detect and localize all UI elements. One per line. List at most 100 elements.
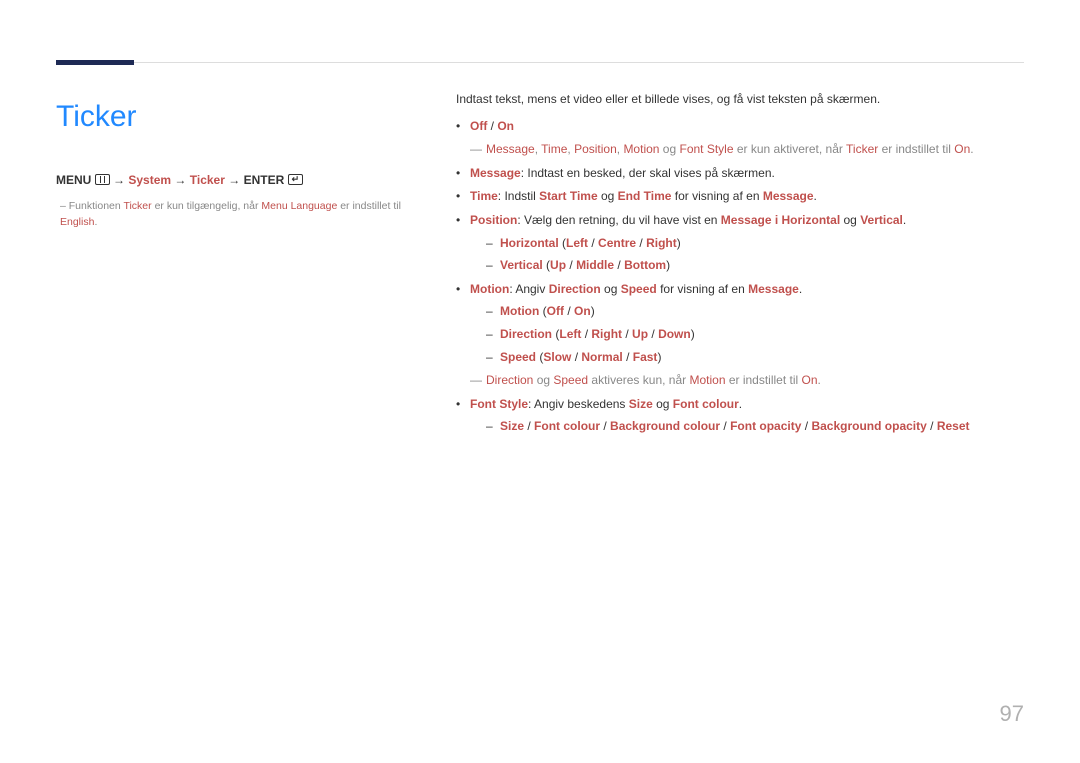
t: ( [543,258,550,272]
position-sublist: Horizontal (Left / Centre / Right) Verti… [486,234,1024,275]
bullet-motion: Motion: Angiv Direction og Speed for vis… [456,280,1024,390]
hl: End Time [618,189,672,203]
hl: Off [547,304,564,318]
note-ticker: Ticker [123,200,151,212]
t: ) [666,258,670,272]
t: . [970,142,973,156]
t: / [614,258,624,272]
t: er indstillet til [878,142,954,156]
hl: Direction [500,327,552,341]
label: Message [470,166,521,180]
hl: Size [500,419,524,433]
left-column: Ticker MENU → System → Ticker → ENTER Fu… [56,90,416,231]
note-english: English [60,216,94,228]
hl: On [802,373,818,387]
t: / [636,236,646,250]
right-column: Indtast tekst, mens et video eller et bi… [456,90,1024,436]
t: ) [677,236,681,250]
note-text: er indstillet til [337,200,401,212]
t: / [564,304,574,318]
hl: Reset [937,419,970,433]
note-motion: Direction og Speed aktiveres kun, når Mo… [470,371,1024,390]
hl: Direction [486,373,533,387]
hl: Speed [553,373,588,387]
hl: Left [559,327,581,341]
sub-direction: Direction (Left / Right / Up / Down) [486,325,1024,344]
hl: Horizontal [500,236,559,250]
t: ( [559,236,566,250]
hl: Message [748,282,799,296]
sep: / [487,119,497,133]
hl: On [954,142,970,156]
sub-horizontal: Horizontal (Left / Centre / Right) [486,234,1024,253]
t: / [927,419,937,433]
bullet-fontstyle: Font Style: Angiv beskedens Size og Font… [456,395,1024,436]
text: : Indtast en besked, der skal vises på s… [521,166,775,180]
page-content: Ticker MENU → System → Ticker → ENTER Fu… [56,90,1024,441]
t: er indstillet til [726,373,802,387]
hl: Fast [633,350,658,364]
hl: Ticker [846,142,878,156]
path-system: System [128,173,171,187]
hl: Right [591,327,622,341]
hl: Motion [500,304,539,318]
hl: On [574,304,591,318]
left-footnote: Funktionen Ticker er kun tilgængelig, nå… [60,199,416,231]
page-title: Ticker [56,94,416,141]
hl: Message [486,142,535,156]
hl: Up [550,258,566,272]
t: ( [539,304,546,318]
t: og [598,189,618,203]
note-activation: Message, Time, Position, Motion og Font … [470,140,1024,159]
t: for visning af en [671,189,762,203]
arrow: → [228,173,240,187]
t: / [648,327,658,341]
t: ) [691,327,695,341]
hl: Motion [689,373,725,387]
enter-icon [288,174,303,185]
hl: Bottom [624,258,666,272]
hl: Speed [621,282,657,296]
hl: Direction [549,282,601,296]
t: / [600,419,610,433]
note-text: Funktionen [69,200,124,212]
hl: Right [646,236,677,250]
sub-motion: Motion (Off / On) [486,302,1024,321]
t: / [622,327,632,341]
hl: Message i [721,213,782,227]
t: / [720,419,730,433]
hl: Centre [598,236,636,250]
t: : Angiv [509,282,548,296]
value-off: Off [470,119,487,133]
hl: Left [566,236,588,250]
hl: Font colour [673,397,739,411]
t: og [659,142,679,156]
bullet-list: Off / On Message, Time, Position, Motion… [456,117,1024,436]
arrow: → [113,173,125,187]
value-on: On [497,119,514,133]
t: / [581,327,591,341]
menu-label: MENU [56,173,95,187]
bullet-time: Time: Indstil Start Time og End Time for… [456,187,1024,206]
bullet-message: Message: Indtast en besked, der skal vis… [456,164,1024,183]
t: og [601,282,621,296]
label: Position [470,213,517,227]
hl: Slow [543,350,571,364]
note-menulang: Menu Language [261,200,337,212]
hl: Background colour [610,419,720,433]
hl: Background opacity [811,419,926,433]
label: Font Style [470,397,528,411]
t: / [566,258,576,272]
hl: Horizontal [782,213,841,227]
note-text: er kun tilgængelig, når [152,200,262,212]
hl: Time [541,142,567,156]
t: / [801,419,811,433]
hl: Normal [581,350,622,364]
t: / [623,350,633,364]
note-text: . [94,216,97,228]
t: . [818,373,821,387]
t: ) [591,304,595,318]
menu-path: MENU → System → Ticker → ENTER [56,171,416,190]
hl: Message [763,189,814,203]
arrow: → [174,173,186,187]
